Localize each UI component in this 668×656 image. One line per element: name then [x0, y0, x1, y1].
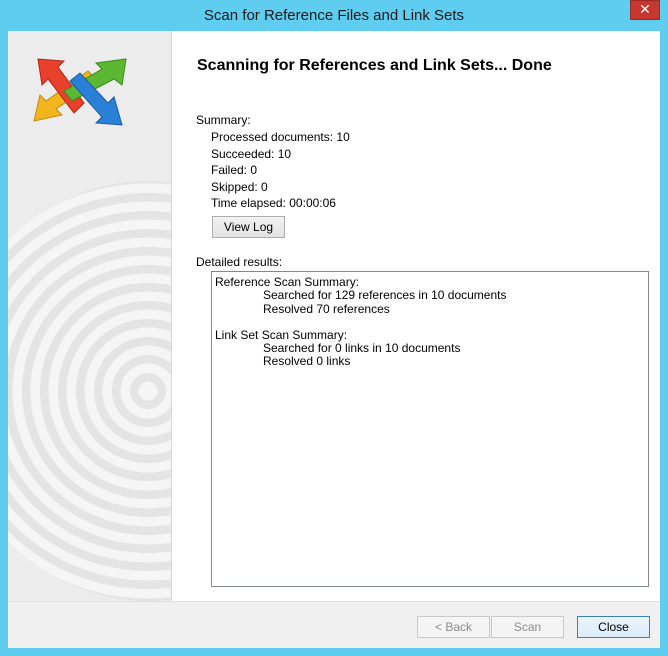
detailed-results-textbox[interactable]: Reference Scan Summary: Searched for 129…	[211, 271, 649, 587]
linkset-resolved-line: Resolved 0 links	[263, 354, 351, 369]
ripple-background	[8, 181, 171, 601]
summary-succeeded: Succeeded: 10	[211, 146, 292, 161]
wizard-sidebar	[8, 31, 172, 601]
summary-processed: Processed documents: 10	[211, 130, 350, 144]
summary-time-elapsed: Time elapsed: 00:00:06	[211, 196, 336, 210]
dialog-client-area: Scanning for References and Link Sets...…	[8, 31, 660, 648]
detailed-results-label: Detailed results:	[196, 255, 283, 269]
reference-resolved-line: Resolved 70 references	[263, 301, 390, 316]
crossed-arrows-logo-icon	[33, 58, 127, 126]
window-title: Scan for Reference Files and Link Sets	[203, 7, 465, 24]
reference-searched-line: Searched for 129 references in 10 docume…	[263, 288, 507, 303]
back-button[interactable]: < Back	[417, 616, 490, 638]
summary-label: Summary:	[196, 113, 251, 127]
close-icon: ✕	[639, 1, 651, 17]
title-bar[interactable]: Scan for Reference Files and Link Sets ✕	[0, 0, 668, 32]
window-close-button[interactable]: ✕	[630, 0, 660, 20]
linkset-searched-line: Searched for 0 links in 10 documents	[263, 341, 461, 356]
results-spacer	[215, 316, 645, 329]
dialog-window: Scan for Reference Files and Link Sets ✕…	[0, 0, 668, 656]
wizard-content: Scanning for References and Link Sets...…	[172, 31, 660, 601]
summary-failed: Failed: 0	[211, 163, 258, 177]
view-log-button[interactable]: View Log	[212, 216, 285, 238]
scan-button[interactable]: Scan	[491, 616, 564, 638]
summary-skipped: Skipped: 0	[211, 179, 268, 194]
page-heading: Scanning for References and Link Sets...…	[197, 57, 552, 74]
reference-scan-header: Reference Scan Summary:	[215, 275, 360, 289]
close-button[interactable]: Close	[577, 616, 650, 638]
wizard-footer: < Back Scan Close	[8, 601, 660, 648]
summary-list: Processed documents: 10 Succeeded: 10 Fa…	[211, 129, 350, 212]
linkset-scan-header: Link Set Scan Summary:	[215, 327, 348, 342]
